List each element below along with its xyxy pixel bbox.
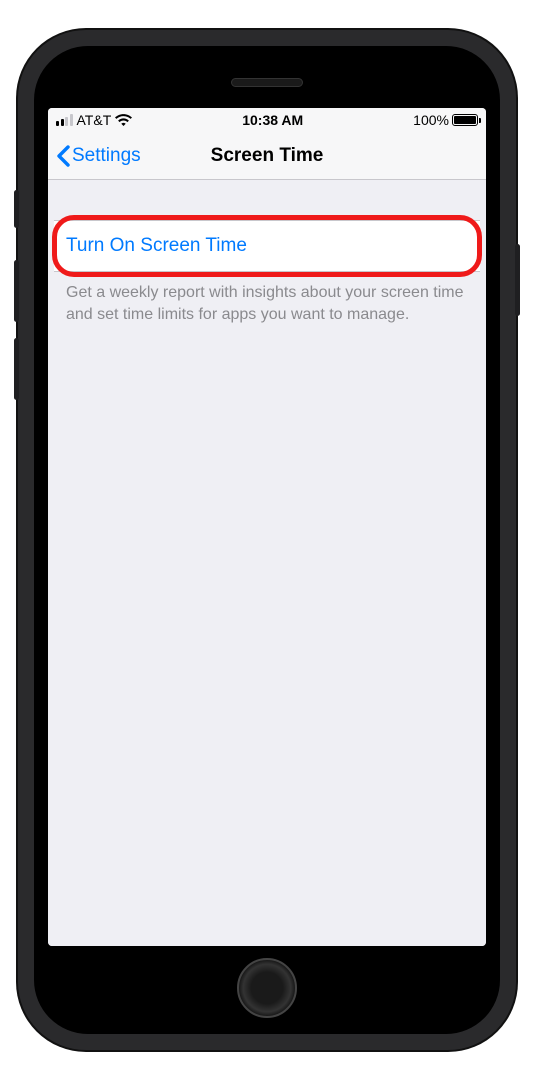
turn-on-screen-time-button[interactable]: Turn On Screen Time <box>54 220 480 272</box>
status-left: AT&T <box>56 112 132 128</box>
turn-on-screen-time-label: Turn On Screen Time <box>66 235 247 256</box>
battery-percent-label: 100% <box>413 112 449 128</box>
navigation-bar: Settings Screen Time <box>48 132 486 180</box>
volume-down-button <box>14 338 19 400</box>
status-bar: AT&T 10:38 AM 100% <box>48 108 486 132</box>
volume-up-button <box>14 260 19 322</box>
battery-icon <box>452 114 478 126</box>
phone-frame: AT&T 10:38 AM 100% <box>18 30 516 1050</box>
power-button <box>515 244 520 316</box>
signal-bars-icon <box>56 114 73 126</box>
phone-speaker <box>231 78 303 87</box>
section-footer-text: Get a weekly report with insights about … <box>48 272 486 335</box>
chevron-left-icon <box>56 145 70 167</box>
status-time: 10:38 AM <box>242 112 303 128</box>
page-title: Screen Time <box>211 145 324 167</box>
wifi-icon <box>115 114 132 126</box>
back-button[interactable]: Settings <box>56 145 141 167</box>
screen: AT&T 10:38 AM 100% <box>48 108 486 946</box>
status-right: 100% <box>413 112 478 128</box>
back-label: Settings <box>72 145 141 167</box>
content-area: Turn On Screen Time Get a weekly report … <box>48 180 486 946</box>
home-button[interactable] <box>237 958 297 1018</box>
carrier-label: AT&T <box>77 112 112 128</box>
mute-switch <box>14 190 19 228</box>
